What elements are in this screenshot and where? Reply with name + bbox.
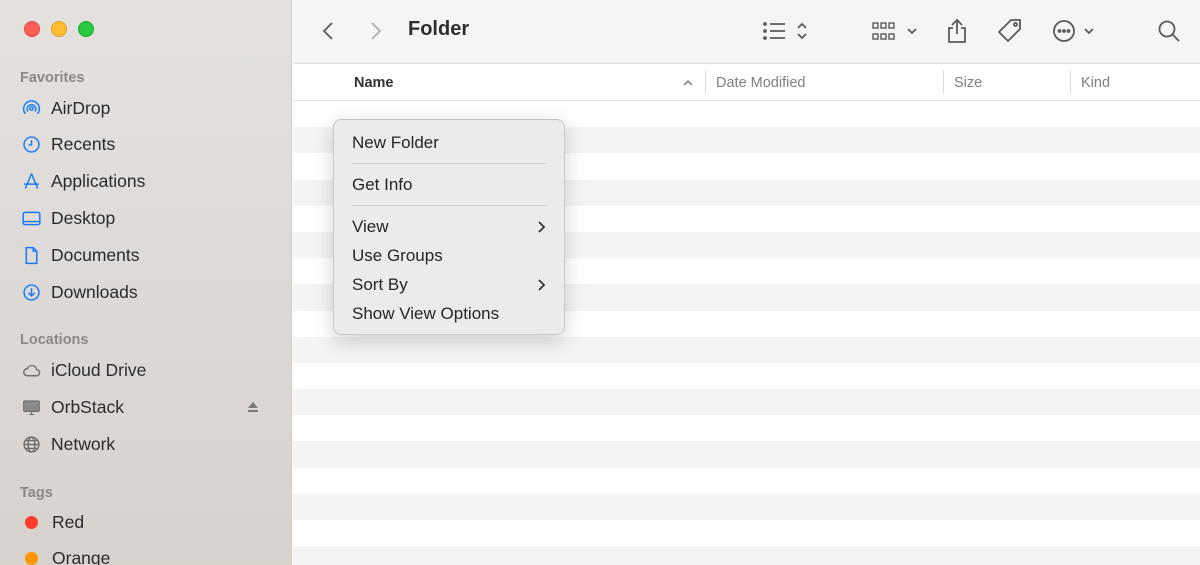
search-button[interactable] <box>1155 14 1183 48</box>
sidebar-item-label: Network <box>51 433 116 454</box>
list-row <box>293 546 1200 565</box>
sidebar-item-label: Documents <box>51 244 140 265</box>
sidebar-item-tag-red[interactable]: Red <box>20 507 271 537</box>
red-tag-dot <box>25 515 38 529</box>
context-menu: New Folder Get Info View Use Groups Sort… <box>333 119 565 335</box>
globe-icon <box>20 433 42 455</box>
column-header: Name Date Modified Size Kind <box>293 64 1200 101</box>
sidebar-item-label: Downloads <box>51 281 138 302</box>
sidebar-item-tag-orange[interactable]: Orange <box>20 543 271 565</box>
sort-ascending-icon <box>683 79 693 86</box>
menu-item-view[interactable]: View <box>334 212 564 241</box>
download-icon <box>20 281 42 303</box>
sidebar-item-downloads[interactable]: Downloads <box>20 277 271 307</box>
ellipsis-circle-icon <box>1053 20 1094 42</box>
sidebar-item-desktop[interactable]: Desktop <box>20 203 271 233</box>
sidebar-item-label: AirDrop <box>51 97 111 118</box>
list-row <box>293 336 1200 363</box>
close-window-button[interactable] <box>24 21 40 37</box>
sidebar-item-label: OrbStack <box>51 396 124 417</box>
sidebar-item-label: Desktop <box>51 207 116 228</box>
list-row <box>293 363 1200 389</box>
list-row <box>293 441 1200 468</box>
column-separator[interactable] <box>1070 70 1071 94</box>
list-row <box>293 389 1200 416</box>
menu-separator <box>352 163 546 164</box>
forward-button[interactable] <box>363 14 389 48</box>
share-icon <box>948 18 966 43</box>
column-name-header[interactable]: Name <box>354 64 704 101</box>
locations-section-title: Locations <box>20 332 89 348</box>
chevron-right-icon <box>538 220 546 233</box>
sidebar-item-label: iCloud Drive <box>51 359 147 380</box>
display-icon <box>20 396 42 418</box>
list-view-icon <box>763 22 807 40</box>
sidebar-item-documents[interactable]: Documents <box>20 240 271 270</box>
sidebar-item-label: Recents <box>51 133 116 154</box>
sidebar-item-label: Applications <box>51 170 146 191</box>
sidebar: Favorites AirDrop Recents Applications D… <box>0 0 292 565</box>
column-date-modified-header[interactable]: Date Modified <box>716 64 946 101</box>
list-row <box>293 468 1200 494</box>
tag-button[interactable] <box>995 14 1025 48</box>
sidebar-item-recents[interactable]: Recents <box>20 129 271 159</box>
search-icon <box>1158 20 1180 42</box>
grid-icon <box>872 22 917 40</box>
column-size-header[interactable]: Size <box>954 64 1064 101</box>
chevron-right-icon <box>371 22 382 40</box>
menu-separator <box>352 205 546 206</box>
sidebar-item-label: Orange <box>52 547 111 565</box>
tags-section-title: Tags <box>20 485 53 501</box>
sidebar-item-orbstack[interactable]: OrbStack <box>20 392 271 422</box>
sidebar-item-icloud-drive[interactable]: iCloud Drive <box>20 355 271 385</box>
zoom-window-button[interactable] <box>78 21 94 37</box>
menu-item-show-view-options[interactable]: Show View Options <box>334 299 564 328</box>
menu-item-use-groups[interactable]: Use Groups <box>334 241 564 270</box>
list-row <box>293 415 1200 441</box>
chevron-right-icon <box>538 278 546 291</box>
column-separator[interactable] <box>705 70 706 94</box>
view-mode-button[interactable] <box>761 14 813 48</box>
window-controls <box>24 21 94 37</box>
airdrop-icon <box>20 97 42 119</box>
sidebar-item-applications[interactable]: Applications <box>20 166 271 196</box>
favorites-section-title: Favorites <box>20 70 85 86</box>
sidebar-item-airdrop[interactable]: AirDrop <box>20 93 271 123</box>
list-row <box>293 520 1200 546</box>
desktop-icon <box>20 207 42 229</box>
list-row <box>293 493 1200 520</box>
back-button[interactable] <box>315 14 341 48</box>
menu-item-sort-by[interactable]: Sort By <box>334 270 564 299</box>
column-separator[interactable] <box>943 70 944 94</box>
menu-item-get-info[interactable]: Get Info <box>334 170 564 199</box>
toolbar: Folder <box>293 0 1200 64</box>
chevron-left-icon <box>322 22 333 40</box>
group-button[interactable] <box>871 14 921 48</box>
document-icon <box>20 244 42 266</box>
applications-icon <box>20 170 42 192</box>
orange-tag-dot <box>25 551 38 565</box>
sidebar-item-label: Red <box>52 511 85 532</box>
cloud-icon <box>20 359 42 381</box>
sidebar-item-network[interactable]: Network <box>20 429 271 459</box>
more-actions-button[interactable] <box>1051 14 1099 48</box>
tag-icon <box>997 19 1021 43</box>
share-button[interactable] <box>943 14 971 48</box>
eject-icon[interactable] <box>245 399 261 415</box>
minimize-window-button[interactable] <box>51 21 67 37</box>
menu-item-new-folder[interactable]: New Folder <box>334 128 564 157</box>
window-title: Folder <box>408 18 470 40</box>
column-kind-header[interactable]: Kind <box>1081 64 1191 101</box>
clock-icon <box>20 133 42 155</box>
